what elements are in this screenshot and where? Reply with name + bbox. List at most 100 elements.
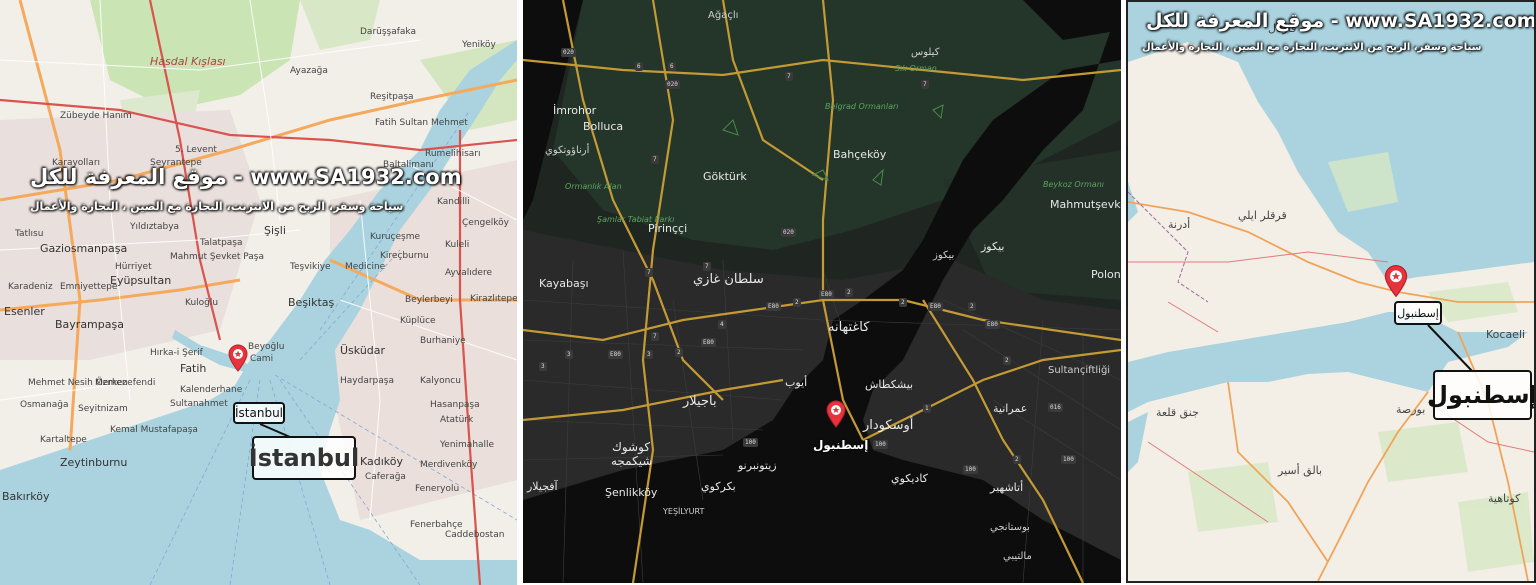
place-label: Şişli — [264, 224, 286, 237]
place-label: بيشكطاش — [865, 378, 914, 391]
place-label: Mahmut Şevket Paşa — [170, 252, 264, 262]
place-label: Teşvikiye — [290, 262, 331, 272]
city-zoom-label: إسطنبول — [1427, 370, 1534, 420]
place-label: Kuloğlu — [185, 298, 219, 308]
place-label: Kocaeli — [1486, 328, 1526, 341]
place-label: Bolluca — [583, 120, 624, 133]
place-label: Kartaltepe — [40, 435, 87, 445]
place-label: Caddebostan — [445, 530, 505, 540]
place-label: Atatürk — [440, 415, 474, 425]
place-label: 5. Levent — [175, 145, 217, 155]
city-label-box[interactable]: İstanbul — [233, 402, 285, 424]
regional-map-canvas[interactable] — [1128, 2, 1534, 581]
place-label: Reşitpaşa — [370, 92, 414, 102]
place-label: Haydarpaşa — [340, 376, 394, 386]
place-label: Kireçburnu — [380, 251, 429, 261]
place-label: Cami — [250, 354, 274, 364]
place-label: بوستانجي — [990, 522, 1030, 533]
place-label: Kalyoncu — [420, 376, 461, 386]
map-panel-road-dark[interactable]: 020 6 6 020 7 7 7 020 7 7 E80 2 E80 2 2 … — [523, 0, 1121, 583]
place-label: كوتاهية — [1488, 492, 1521, 505]
place-label: زيتونبرنو — [738, 459, 777, 472]
place-label: Seyitnizam — [78, 404, 128, 414]
city-zoom-label: İstanbul — [249, 436, 359, 480]
place-label: Üsküdar — [340, 344, 386, 357]
place-label: كيلوس — [911, 47, 940, 58]
place-label: Küplüce — [400, 316, 436, 326]
place-label: Merkezefendi — [95, 378, 156, 388]
place-label: Emniyettepe — [60, 282, 118, 292]
place-label: Medicine — [345, 262, 386, 272]
place-label: Bahçeköy — [833, 148, 887, 161]
place-label: Hırka-i Şerif — [150, 348, 203, 358]
place-label: Bayrampaşa — [55, 318, 124, 331]
place-label: Yeniköy — [462, 40, 496, 50]
place-label: Burhaniye — [420, 336, 466, 346]
place-label: Ağaçlı — [708, 10, 739, 21]
place-label: Mahmutşevketpaşa — [1050, 198, 1121, 211]
place-label: Beyoğlu — [248, 342, 285, 352]
place-label: Kuruçeşme — [370, 232, 421, 242]
place-label: Merdivenköy — [420, 460, 478, 470]
place-label: Sultanahmet — [170, 399, 228, 409]
place-label: Darüşşafaka — [360, 27, 416, 37]
place-label: Tatlısu — [15, 229, 44, 239]
place-label: Ayazağa — [290, 66, 328, 76]
map-panel-street-light[interactable]: Hasdal Kışlası Darüşşafaka Yeniköy Ayaza… — [0, 0, 517, 585]
map-pin-star-icon[interactable] — [1383, 264, 1409, 298]
place-label: Yıldıztabya — [130, 222, 180, 232]
city-label-box[interactable]: إسطنبول — [1394, 301, 1442, 325]
place-label: أدرنة — [1168, 218, 1191, 231]
watermark-subtitle: سياحة وسفر، الربح من الانترنت، التجارة م… — [30, 200, 404, 213]
place-label: بكركوي — [701, 480, 736, 493]
place-label: Gaziosmanpaşa — [40, 242, 128, 255]
place-label: قرقلر ايلي — [1238, 209, 1287, 222]
place-label: Polon — [1091, 268, 1121, 281]
place-label: Kandilli — [437, 197, 470, 207]
place-label: Fatih Sultan Mehmet — [375, 118, 468, 128]
watermark-title: موقع المعرفة للكل - www.SA1932.com — [30, 165, 462, 189]
map-pin-star-icon[interactable] — [227, 344, 249, 372]
place-label: Zeytinburnu — [60, 456, 128, 469]
place-label: أوسكودار — [863, 418, 914, 433]
place-label: İmrohor — [553, 104, 597, 117]
place-label: Caferağa — [365, 472, 406, 482]
place-label: Sultançiftliği — [1048, 365, 1111, 376]
place-label: YEŞİLYURT — [663, 507, 705, 516]
city-label[interactable]: إسطنبول — [813, 438, 868, 452]
place-label: كاديكوي — [891, 472, 928, 485]
place-label: Kalenderhane — [180, 385, 243, 395]
place-label: Talatpaşa — [200, 238, 243, 248]
place-label: بيكوز — [933, 250, 955, 261]
street-map-canvas[interactable] — [0, 0, 517, 585]
place-label: Esenler — [4, 305, 45, 318]
place-label: أيوب — [785, 376, 808, 389]
place-label: باجيلار — [683, 394, 717, 409]
place-label: Kirazlıtepe — [470, 294, 517, 304]
place-label: كوشوك شيكمجه — [611, 440, 653, 468]
place-label: Şenlikköy — [605, 486, 658, 499]
place-label: Beykoz Ormanı — [1043, 180, 1104, 189]
place-label: Kadıköy — [360, 455, 404, 468]
place-label: بيكوز — [981, 240, 1005, 253]
place-label: Belgrad Ormanları — [825, 102, 899, 111]
map-pin-star-icon[interactable] — [825, 400, 847, 428]
place-label: Osmanağa — [20, 400, 69, 410]
place-label: Yenimahalle — [440, 440, 495, 450]
place-label: Kuleli — [445, 240, 470, 250]
place-label: Rumelihisarı — [425, 149, 481, 159]
place-label: Karadeniz — [8, 282, 53, 292]
place-label: Zübeyde Hanım — [60, 111, 132, 121]
place-label: Beşiktaş — [288, 296, 335, 309]
place-label: أتاشهير — [990, 481, 1024, 494]
place-label: Fenerbahçe — [410, 520, 463, 530]
place-label: Kayabaşı — [539, 277, 589, 290]
watermark-subtitle: سياحة وسفر، الربح من الانترنت، التجارة م… — [1142, 42, 1482, 53]
place-label: Bakırköy — [2, 490, 50, 503]
place-label: Pirinççi — [648, 222, 688, 235]
place-label: Beylerbeyi — [405, 295, 453, 305]
place-label: مالتيبي — [1003, 551, 1032, 562]
place-label: Hürriyet — [115, 262, 152, 272]
place-label: Sık Orman — [895, 64, 937, 73]
map-panel-regional[interactable]: قرقلر ايلي أدرنة بالق أسير جنق قلعة بورص… — [1126, 0, 1536, 583]
